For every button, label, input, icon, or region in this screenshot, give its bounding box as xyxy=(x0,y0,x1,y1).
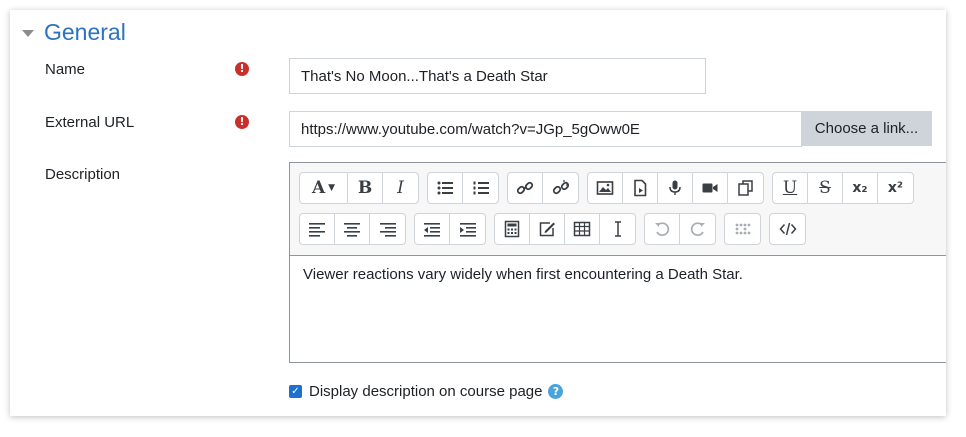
description-editor: A ▼ B I U S x₂ x² Viewer reactions vary … xyxy=(289,162,946,363)
check-icon: ✓ xyxy=(291,385,300,397)
toolbar-group-accessibility xyxy=(724,213,761,245)
image-icon xyxy=(596,181,614,195)
align-right-button[interactable] xyxy=(370,214,405,244)
table-icon xyxy=(573,221,591,237)
toolbar-group-indent xyxy=(414,213,486,245)
unordered-list-button[interactable] xyxy=(428,173,463,203)
record-video-button[interactable] xyxy=(693,173,728,203)
code-icon xyxy=(778,222,797,236)
microphone-icon xyxy=(669,180,681,195)
clear-formatting-button[interactable] xyxy=(600,214,635,244)
name-input[interactable] xyxy=(289,58,706,94)
display-description-row: ✓ Display description on course page ? xyxy=(289,383,564,400)
required-icon: ! xyxy=(235,115,249,129)
unlink-button[interactable] xyxy=(543,173,578,203)
toolbar-group-format: U S x₂ x² xyxy=(772,172,914,204)
align-right-icon xyxy=(379,223,396,237)
record-audio-button[interactable] xyxy=(658,173,693,203)
unordered-list-icon xyxy=(437,181,453,195)
indent-icon xyxy=(459,223,476,237)
align-center-button[interactable] xyxy=(335,214,370,244)
toolbar-group-source xyxy=(769,213,806,245)
external-url-input[interactable] xyxy=(289,111,802,147)
toolbar-row-1: A ▼ B I U S x₂ x² xyxy=(299,172,922,204)
caret-down-icon xyxy=(22,30,34,37)
description-label: Description xyxy=(45,166,121,183)
italic-icon: I xyxy=(397,178,404,198)
calculator-icon xyxy=(504,220,520,238)
media-file-icon xyxy=(634,179,647,197)
external-url-label: External URL xyxy=(45,114,135,131)
video-camera-icon xyxy=(702,183,718,193)
ordered-list-icon xyxy=(473,181,489,195)
accessibility-checker-button[interactable] xyxy=(725,214,760,244)
superscript-icon: x² xyxy=(887,180,904,196)
copy-files-icon xyxy=(737,180,753,196)
outdent-icon xyxy=(424,223,440,237)
strikethrough-button[interactable]: S xyxy=(808,173,843,203)
toolbar-group-insert xyxy=(494,213,636,245)
redo-button[interactable] xyxy=(680,214,715,244)
edit-icon xyxy=(539,222,555,237)
text-cursor-icon xyxy=(614,221,621,237)
toolbar-row-2 xyxy=(299,213,814,245)
table-button[interactable] xyxy=(565,214,600,244)
insert-image-button[interactable] xyxy=(588,173,623,203)
align-left-icon xyxy=(309,223,325,237)
help-icon[interactable]: ? xyxy=(548,384,564,399)
toolbar-group-media xyxy=(587,172,764,204)
undo-icon xyxy=(655,222,670,237)
underline-button[interactable]: U xyxy=(773,173,808,203)
display-description-label: Display description on course page xyxy=(309,383,543,400)
name-label: Name xyxy=(45,61,86,78)
unlink-icon xyxy=(552,180,569,195)
section-title: General xyxy=(44,19,126,45)
general-section-toggle[interactable]: General xyxy=(22,19,126,46)
bold-icon: B xyxy=(357,178,373,198)
italic-button[interactable]: I xyxy=(383,173,418,203)
braille-icon xyxy=(735,223,750,235)
undo-button[interactable] xyxy=(645,214,680,244)
manage-files-button[interactable] xyxy=(728,173,763,203)
bold-button[interactable]: B xyxy=(348,173,383,203)
dropdown-icon: ▼ xyxy=(328,183,336,193)
align-center-icon xyxy=(344,223,360,237)
underline-icon: U xyxy=(782,178,798,198)
equation-button[interactable] xyxy=(495,214,530,244)
toolbar-group-lists xyxy=(427,172,499,204)
html-source-button[interactable] xyxy=(770,214,805,244)
superscript-button[interactable]: x² xyxy=(878,173,913,203)
general-fieldset: General Name ! External URL ! Choose a l… xyxy=(10,10,946,416)
link-icon xyxy=(516,181,534,195)
outdent-button[interactable] xyxy=(415,214,450,244)
indent-button[interactable] xyxy=(450,214,485,244)
toolbar-group-links xyxy=(507,172,579,204)
redo-icon xyxy=(690,222,705,237)
display-description-checkbox[interactable]: ✓ xyxy=(289,385,302,398)
toolbar-group-style: A ▼ B I xyxy=(299,172,419,204)
link-button[interactable] xyxy=(508,173,543,203)
ordered-list-button[interactable] xyxy=(463,173,498,203)
font-style-button[interactable]: A ▼ xyxy=(300,173,348,203)
font-icon: A xyxy=(311,178,326,198)
toolbar-group-history xyxy=(644,213,716,245)
edit-button[interactable] xyxy=(530,214,565,244)
required-icon: ! xyxy=(235,62,249,76)
choose-link-button[interactable]: Choose a link... xyxy=(801,111,932,146)
subscript-icon: x₂ xyxy=(852,180,868,196)
editor-content[interactable]: Viewer reactions vary widely when first … xyxy=(290,255,946,362)
strikethrough-icon: S xyxy=(819,178,831,198)
toolbar-group-align xyxy=(299,213,406,245)
subscript-button[interactable]: x₂ xyxy=(843,173,878,203)
align-left-button[interactable] xyxy=(300,214,335,244)
insert-media-button[interactable] xyxy=(623,173,658,203)
